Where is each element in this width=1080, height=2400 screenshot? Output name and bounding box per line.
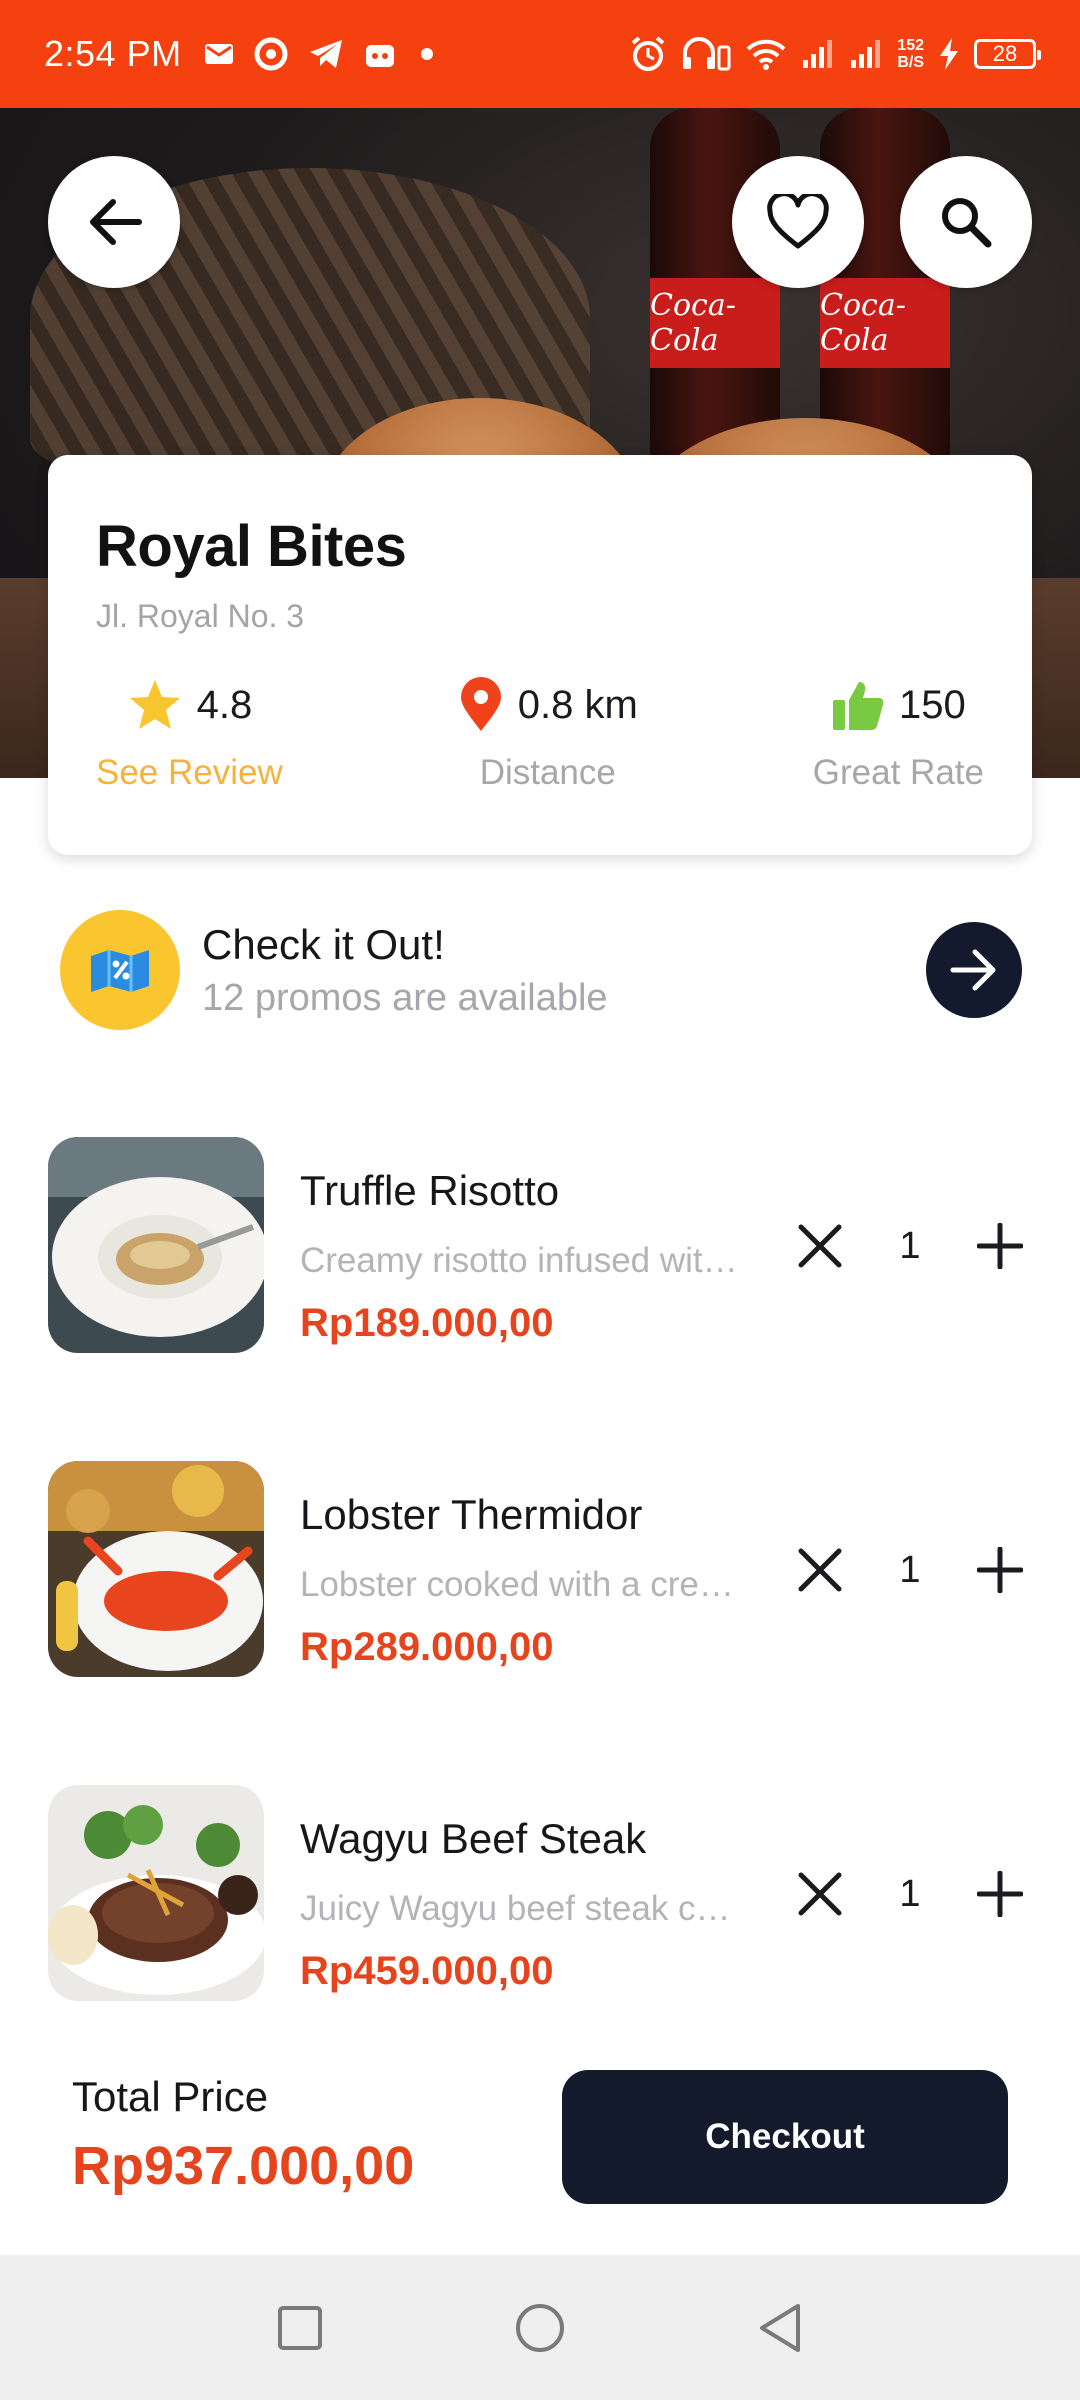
quantity-stepper: 1 — [788, 1213, 1032, 1279]
remove-item-button[interactable] — [788, 1214, 852, 1278]
telegram-icon — [308, 38, 344, 70]
arrow-right-icon — [950, 949, 996, 991]
system-back-button[interactable] — [740, 2288, 820, 2368]
checkout-button[interactable]: Checkout — [562, 2070, 1008, 2204]
total-price-label: Total Price — [72, 2073, 269, 2120]
promo-open-button[interactable] — [926, 922, 1022, 1018]
square-icon — [278, 2305, 322, 2350]
thumbs-up-icon — [833, 682, 884, 730]
signal-icon-2 — [849, 38, 883, 70]
home-button[interactable] — [500, 2288, 580, 2368]
total-price-value: Rp937.000,00 — [72, 2136, 415, 2196]
battery-level: 28 — [992, 41, 1018, 66]
restaurant-stats: 4.8 See Review 0.8 km Distance 150 Great… — [96, 675, 984, 793]
menu-item[interactable]: Wagyu Beef Steak Juicy Wagyu beef steak … — [48, 1785, 1032, 2003]
menu-item[interactable]: Lobster Thermidor Lobster cooked with a … — [48, 1461, 1032, 1679]
great-rate-value: 150 — [899, 682, 966, 727]
battery-indicator: 28 — [974, 39, 1041, 69]
network-speed-unit: B/S — [897, 54, 924, 71]
promo-coupon-icon — [60, 910, 180, 1030]
restaurant-address: Jl. Royal No. 3 — [96, 598, 305, 634]
quantity-stepper: 1 — [788, 1537, 1032, 1603]
signal-icon-1 — [801, 38, 835, 70]
menu-item-description: Lobster cooked with a creamy sauce — [300, 1565, 750, 1604]
status-time: 2:54 PM — [44, 33, 182, 74]
menu-item-price: Rp289.000,00 — [300, 1625, 554, 1669]
close-icon — [798, 1224, 842, 1268]
restaurant-info-card: Royal Bites Jl. Royal No. 3 4.8 See Revi… — [48, 455, 1032, 855]
rating-value: 4.8 — [196, 682, 253, 727]
promo-banner[interactable]: Check it Out! 12 promos are available — [60, 905, 1022, 1035]
close-icon — [798, 1872, 842, 1916]
distance-stat: 0.8 km Distance — [458, 675, 638, 793]
arrow-left-icon — [90, 199, 142, 245]
great-rate-stat: 150 Great Rate — [813, 675, 984, 793]
network-speed: 152 B/S — [897, 37, 924, 71]
alarm-icon — [629, 35, 667, 73]
circle-icon — [516, 2303, 564, 2352]
menu-item[interactable]: Truffle Risotto Creamy risotto infused w… — [48, 1137, 1032, 1355]
system-status-icons: 152 B/S 28 — [629, 35, 1041, 73]
triangle-back-icon — [760, 2303, 800, 2352]
close-icon — [798, 1548, 842, 1592]
network-speed-value: 152 — [897, 37, 924, 54]
search-icon — [942, 198, 992, 248]
lobster-thermidor-image — [48, 1461, 264, 1677]
system-navigation-bar — [0, 2255, 1080, 2400]
favorite-button[interactable] — [732, 156, 864, 288]
menu-item-description: Juicy Wagyu beef steak cooked — [300, 1889, 750, 1928]
restaurant-name: Royal Bites — [96, 514, 407, 579]
truffle-risotto-image — [48, 1137, 264, 1353]
plus-icon — [976, 1547, 1023, 1593]
recent-apps-button[interactable] — [260, 2288, 340, 2368]
quantity-value: 1 — [899, 1872, 921, 1915]
remove-item-button[interactable] — [788, 1862, 852, 1926]
checkout-footer: Total Price Rp937.000,00 Checkout — [0, 2035, 1080, 2255]
menu-item-price: Rp459.000,00 — [300, 1949, 554, 1993]
great-rate-label: Great Rate — [812, 753, 984, 792]
notification-icons — [204, 37, 438, 71]
distance-value: 0.8 km — [517, 682, 638, 727]
see-review-link[interactable]: See Review — [96, 753, 283, 793]
promo-subtitle: 12 promos are available — [202, 976, 608, 1019]
star-icon — [129, 680, 180, 729]
menu-item-description: Creamy risotto infused with truffle — [300, 1241, 750, 1280]
increase-quantity-button[interactable] — [968, 1862, 1032, 1926]
rating-stat[interactable]: 4.8 See Review — [96, 675, 283, 793]
shop-app-icon — [364, 39, 396, 69]
remove-item-button[interactable] — [788, 1538, 852, 1602]
quantity-value: 1 — [899, 1548, 921, 1591]
search-button[interactable] — [900, 156, 1032, 288]
menu-item-name: Truffle Risotto — [300, 1167, 560, 1214]
app-circle-icon — [254, 37, 288, 71]
promo-title: Check it Out! — [202, 920, 445, 968]
heart-icon — [767, 194, 829, 249]
location-pin-icon — [460, 677, 501, 731]
quantity-value: 1 — [899, 1224, 921, 1267]
charging-icon — [938, 37, 960, 71]
menu-item-name: Lobster Thermidor — [300, 1491, 643, 1538]
plus-icon — [976, 1223, 1023, 1269]
message-icon — [204, 41, 234, 67]
menu-item-name: Wagyu Beef Steak — [300, 1815, 647, 1862]
increase-quantity-button[interactable] — [968, 1538, 1032, 1602]
dot-icon — [416, 43, 438, 65]
distance-label: Distance — [479, 753, 616, 792]
quantity-stepper: 1 — [788, 1861, 1032, 1927]
back-button[interactable] — [48, 156, 180, 288]
wagyu-beef-steak-image — [48, 1785, 264, 2001]
headphones-icon — [681, 35, 731, 73]
increase-quantity-button[interactable] — [968, 1214, 1032, 1278]
wifi-icon — [745, 37, 787, 71]
status-bar: 2:54 PM 152 B/S 28 — [0, 0, 1080, 108]
menu-item-price: Rp189.000,00 — [300, 1301, 554, 1345]
plus-icon — [976, 1871, 1023, 1917]
